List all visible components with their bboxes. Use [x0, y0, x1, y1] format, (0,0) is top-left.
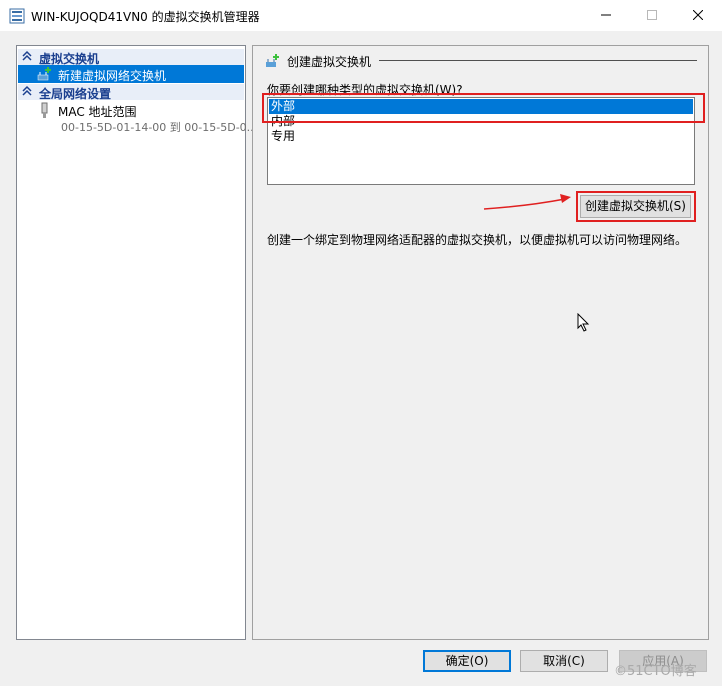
highlight-box — [262, 93, 705, 123]
sidebar-item-mac-range[interactable]: MAC 地址范围 — [18, 101, 244, 119]
maximize-button[interactable] — [629, 0, 675, 31]
section-global-network-settings[interactable]: 全局网络设置 — [18, 84, 244, 101]
watermark: ©51CTO博客 — [614, 664, 697, 679]
navigation-pane: 虚拟交换机 新建虚拟网络交换机 全局网络设置 MAC 地址范围 00-15-5D… — [16, 45, 257, 640]
group-divider — [379, 60, 697, 61]
close-icon — [692, 9, 704, 21]
chevron-up-icon — [22, 85, 32, 96]
cancel-button[interactable]: 取消(C) — [520, 650, 608, 672]
highlight-box — [576, 191, 696, 222]
new-switch-icon — [266, 54, 279, 67]
group-title: 创建虚拟交换机 — [287, 55, 372, 69]
mouse-cursor-icon — [577, 313, 590, 332]
section-virtual-switches[interactable]: 虚拟交换机 — [18, 49, 244, 66]
sidebar-item-new-switch[interactable]: 新建虚拟网络交换机 — [18, 65, 244, 83]
content-pane: 创建虚拟交换机 你要创建哪种类型的虚拟交换机(W)? 外部 内部 专用 创建虚拟… — [252, 45, 709, 640]
chevron-up-icon — [22, 50, 32, 61]
minimize-button[interactable] — [583, 0, 629, 31]
mac-range-value: 00-15-5D-01-14-00 到 00-15-5D-0... — [61, 121, 258, 134]
minimize-icon — [601, 14, 611, 16]
sidebar-item-label: 新建虚拟网络交换机 — [58, 69, 167, 83]
window-title: WIN-KUJOQD41VN0 的虚拟交换机管理器 — [31, 10, 260, 24]
title-bar: WIN-KUJOQD41VN0 的虚拟交换机管理器 — [0, 0, 722, 31]
sidebar-item-label: MAC 地址范围 — [58, 105, 137, 119]
switch-type-description: 创建一个绑定到物理网络适配器的虚拟交换机，以便虚拟机可以访问物理网络。 — [267, 233, 688, 247]
option-private[interactable]: 专用 — [269, 129, 693, 144]
close-button[interactable] — [675, 0, 721, 31]
network-adapter-icon — [41, 102, 48, 118]
section-label: 全局网络设置 — [39, 87, 112, 101]
ok-button[interactable]: 确定(O) — [423, 650, 511, 672]
switch-manager-icon — [9, 8, 25, 24]
new-switch-icon — [37, 67, 51, 81]
maximize-icon — [647, 10, 657, 20]
